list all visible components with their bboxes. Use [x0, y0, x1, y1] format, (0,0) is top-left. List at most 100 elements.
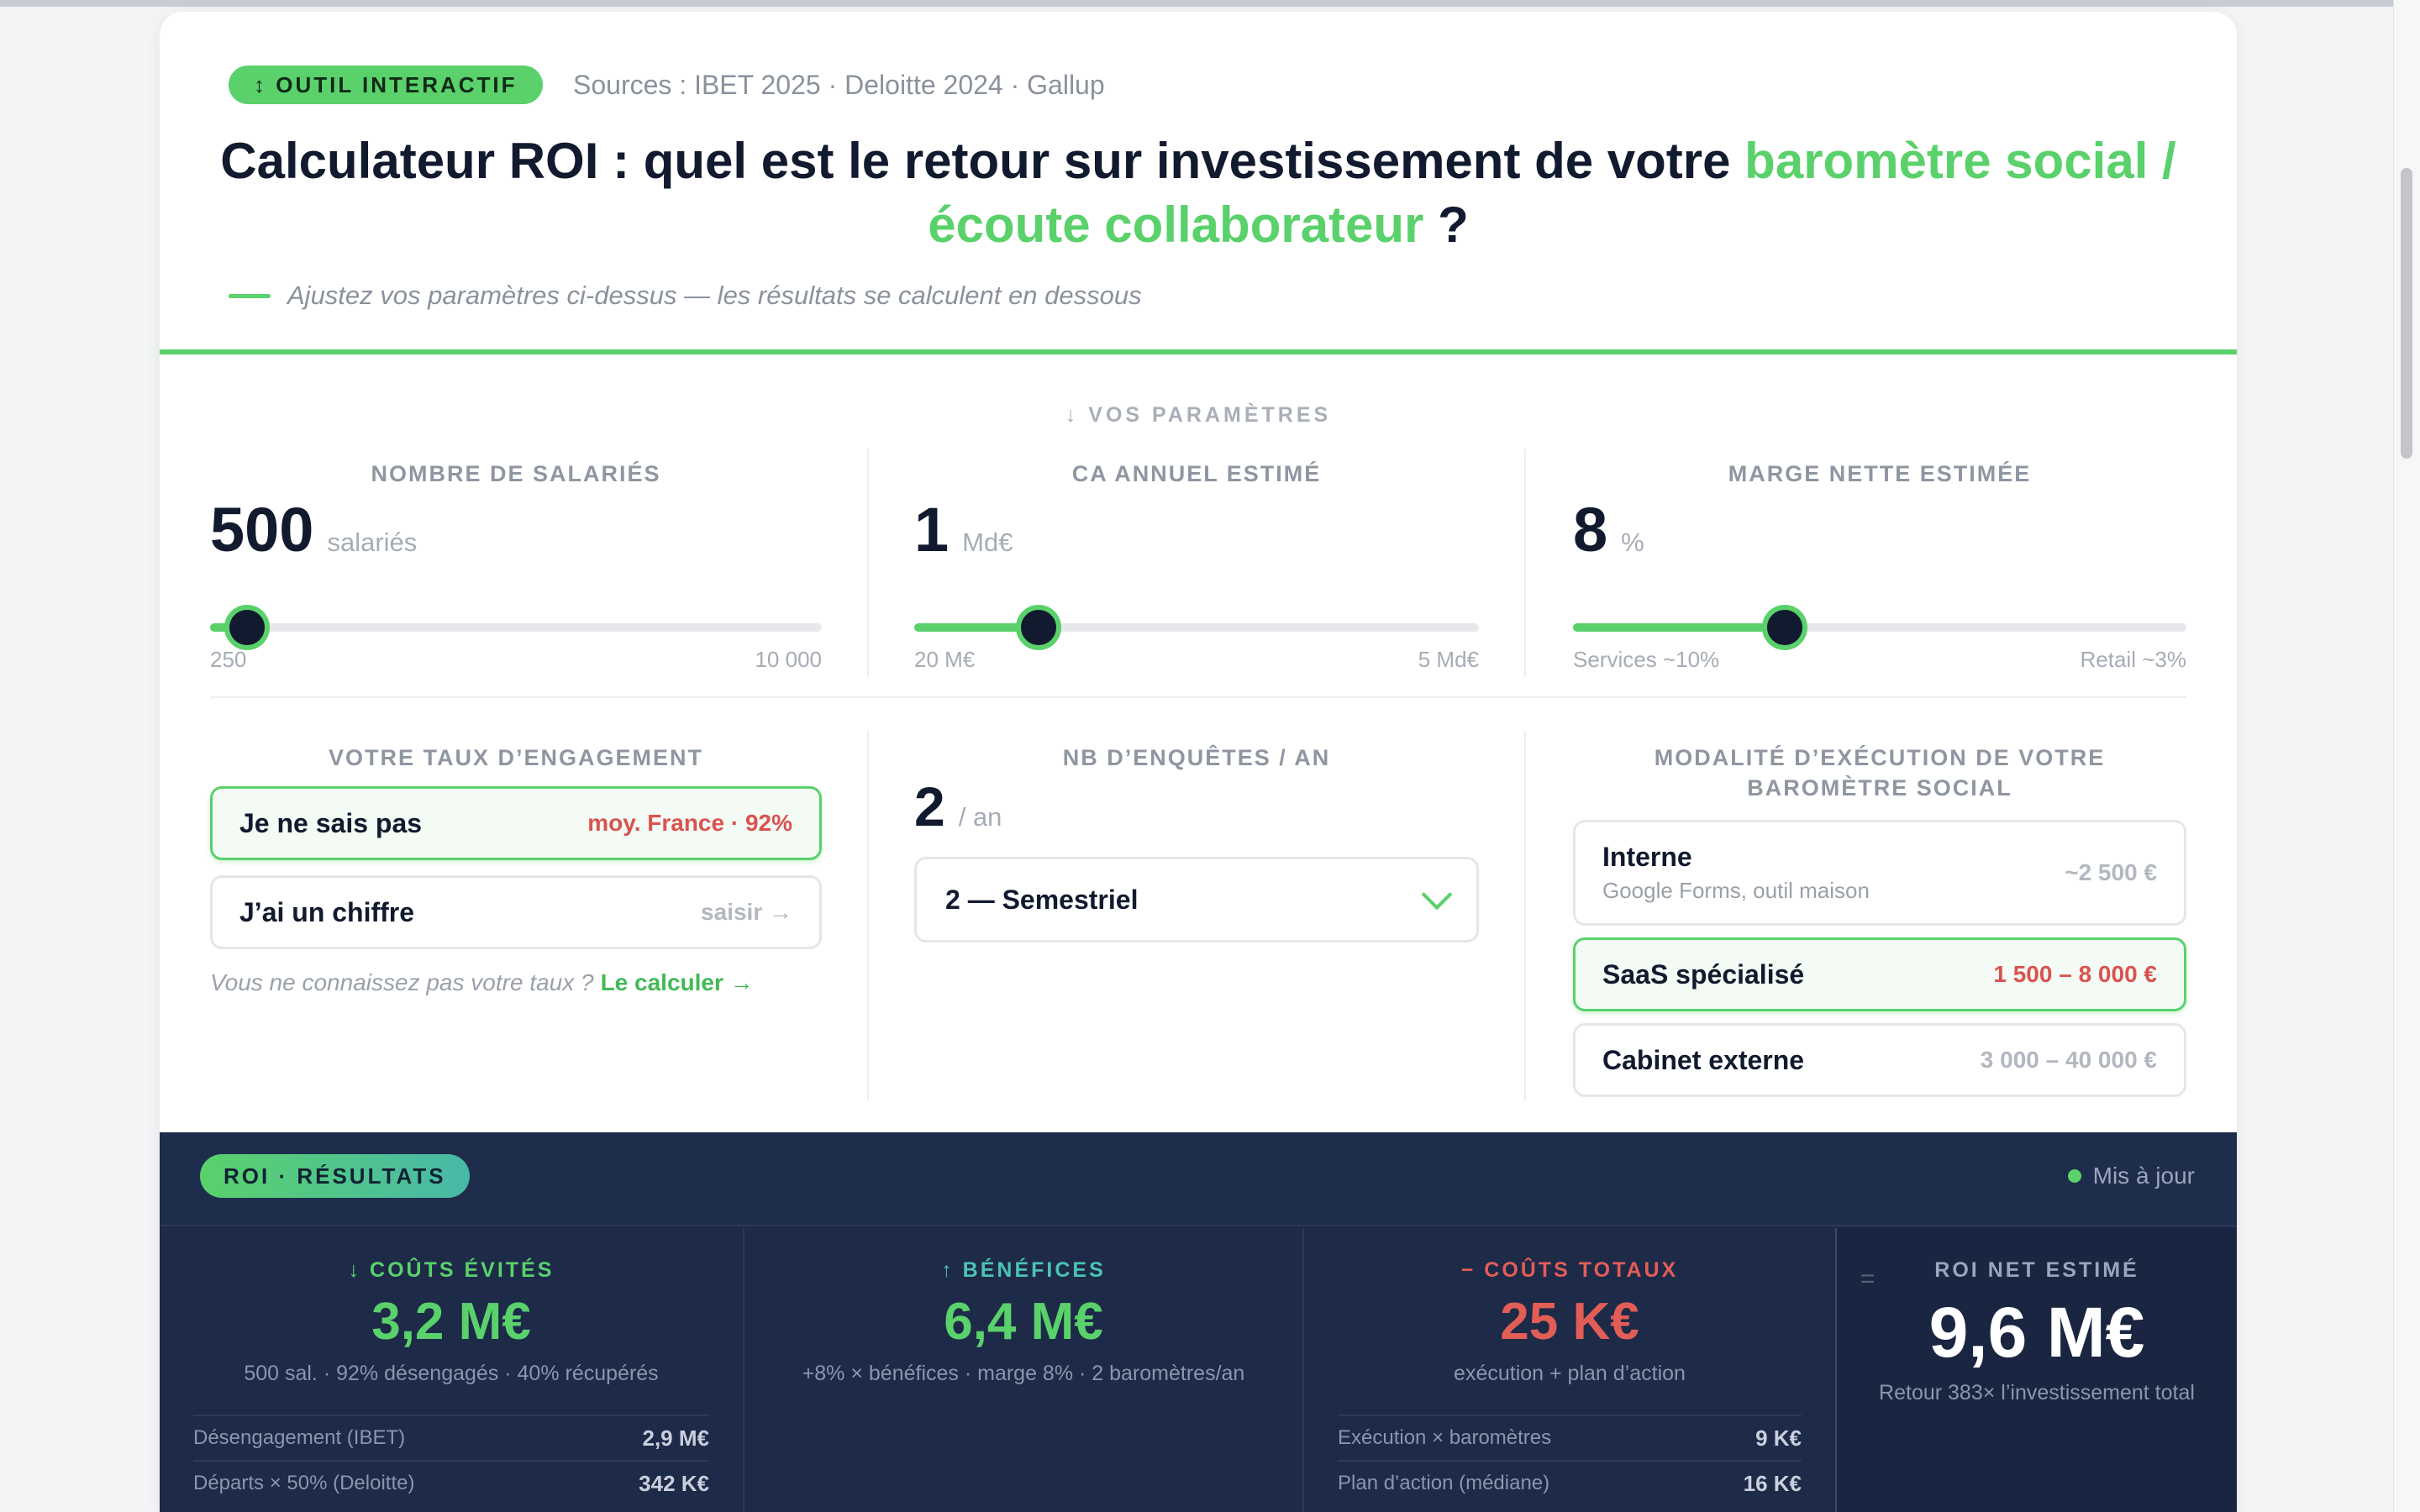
net-roi-note: Retour 383× l’investissement total	[1879, 1381, 2195, 1404]
option-label: Cabinet externe	[1602, 1044, 1805, 1075]
breakdown-label: Désengagement (IBET)	[193, 1426, 406, 1449]
modality-param: MODALITÉ D’EXÉCUTION DE VOTRE BAROMÈTRE S…	[1573, 731, 2186, 1100]
hint-text: Vous ne connaissez pas votre taux ?	[210, 969, 594, 995]
margin-slider-fill	[1573, 623, 1785, 632]
page-scrollbar[interactable]	[2393, 0, 2420, 1512]
breakdown-row: Désengagement (IBET) 2,9 M€	[193, 1415, 709, 1460]
margin-value-display: 8 %	[1573, 494, 1644, 565]
revenue-max: 5 Md€	[1418, 647, 1479, 672]
surveys-value: 2	[914, 775, 945, 837]
modality-external-option[interactable]: Cabinet externe 3 000 – 40 000 €	[1573, 1023, 2186, 1097]
revenue-slider-thumb[interactable]	[1015, 605, 1061, 650]
modality-saas-option[interactable]: SaaS spécialisé 1 500 – 8 000 €	[1573, 937, 2186, 1011]
surveys-unit: / an	[958, 802, 1002, 832]
breakdown-value: 16 K€	[1743, 1470, 1802, 1496]
breakdown-label: Départs × 50% (Deloitte)	[193, 1472, 415, 1494]
modality-internal-option[interactable]: Interne Google Forms, outil maison ~2 500…	[1573, 820, 2186, 926]
modality-label-line1: MODALITÉ D’EXÉCUTION DE VOTRE	[1654, 745, 2106, 770]
avoided-costs-label: ↓ COÛTS ÉVITÉS	[348, 1258, 555, 1282]
engagement-known-option[interactable]: J’ai un chiffre saisir →	[210, 875, 822, 949]
breakdown-row: Plan d’action (médiane) 16 K€	[1338, 1460, 1802, 1505]
employees-slider-thumb[interactable]	[224, 605, 270, 650]
title-main: Calculateur ROI : quel est le retour sur…	[220, 133, 1745, 189]
total-costs-note: exécution + plan d’action	[1454, 1362, 1686, 1385]
option-label: SaaS spécialisé	[1602, 958, 1805, 990]
employees-value-display: 500 salariés	[210, 494, 417, 565]
employees-value: 500	[210, 495, 314, 564]
page-title: Calculateur ROI : quel est le retour sur…	[210, 129, 2186, 257]
breakdown-value: 9 K€	[1755, 1425, 1802, 1451]
margin-min: Services ~10%	[1573, 647, 1720, 672]
modality-label: MODALITÉ D’EXÉCUTION DE VOTRE BAROMÈTRE S…	[1573, 743, 2186, 803]
margin-param: MARGE NETTE ESTIMÉE 8 % Services ~10% Re…	[1573, 449, 2186, 684]
engagement-label: VOTRE TAUX D’ENGAGEMENT	[328, 745, 704, 770]
chevron-down-icon	[1421, 879, 1453, 911]
avoided-costs-card: ↓ COÛTS ÉVITÉS 3,2 M€ 500 sal. · 92% dés…	[160, 1228, 743, 1512]
total-costs-card: − COÛTS TOTAUX 25 K€ exécution + plan d’…	[1304, 1228, 1835, 1512]
option-subtext: Google Forms, outil maison	[1602, 878, 1870, 903]
subtitle: Ajustez vos paramètres ci-dessus — les r…	[229, 279, 1142, 312]
params-section-label: ↓ VOS PARAMÈTRES	[1065, 403, 1332, 427]
surveys-selected-value: 2 — Semestriel	[945, 884, 1139, 915]
roi-calculator-card: ↕ OUTIL INTERACTIF Sources : IBET 2025 ·…	[160, 12, 2237, 1512]
calculator-header: ↕ OUTIL INTERACTIF Sources : IBET 2025 ·…	[160, 12, 2237, 354]
benefits-label: ↑ BÉNÉFICES	[941, 1258, 1106, 1282]
option-title: Interne	[1602, 842, 1692, 872]
modality-label-line2: BAROMÈTRE SOCIAL	[1747, 775, 2012, 801]
employees-param: NOMBRE DE SALARIÉS 500 salariés 250 10 0…	[210, 449, 822, 684]
divider	[867, 731, 869, 1100]
breakdown-value: 342 K€	[639, 1470, 709, 1496]
results-header: ROI · RÉSULTATS Mis à jour	[160, 1132, 2237, 1226]
margin-label: MARGE NETTE ESTIMÉE	[1728, 461, 2032, 486]
revenue-value: 1	[914, 495, 950, 564]
option-hint: saisir →	[701, 899, 792, 925]
margin-slider[interactable]	[1573, 605, 2186, 650]
breakdown-row: Exécution × baromètres 9 K€	[1338, 1415, 1802, 1460]
revenue-param: CA ANNUEL ESTIMÉ 1 Md€ 20 M€ 5 Md€	[914, 449, 1479, 684]
total-costs-label: − COÛTS TOTAUX	[1460, 1258, 1679, 1282]
sources-text: Sources : IBET 2025 · Deloitte 2024 · Ga…	[573, 70, 1105, 100]
divider	[867, 449, 869, 677]
option-label: Je ne sais pas	[239, 807, 423, 838]
scrollbar-thumb[interactable]	[2401, 168, 2412, 459]
browser-top-edge	[0, 0, 2420, 7]
calculate-rate-link[interactable]: Le calculer →	[601, 969, 754, 995]
benefits-value: 6,4 M€	[944, 1293, 1103, 1351]
employees-label: NOMBRE DE SALARIÉS	[371, 461, 661, 486]
breakdown-label: Exécution × baromètres	[1338, 1426, 1552, 1449]
surveys-param: NB D’ENQUÊTES / AN 2 / an 2 — Semestriel	[914, 731, 1479, 1100]
option-price: 1 500 – 8 000 €	[1993, 961, 2157, 987]
option-label: J’ai un chiffre	[239, 896, 415, 927]
results-panel: ROI · RÉSULTATS Mis à jour ↓ COÛTS ÉVITÉ…	[160, 1132, 2237, 1512]
avoided-costs-value: 3,2 M€	[371, 1293, 531, 1351]
employees-slider[interactable]	[210, 605, 822, 650]
total-costs-value: 25 K€	[1500, 1293, 1639, 1351]
benefits-card: ↑ BÉNÉFICES 6,4 M€ +8% × bénéfices · mar…	[744, 1228, 1302, 1512]
benefits-note: +8% × bénéfices · marge 8% · 2 baromètre…	[802, 1362, 1245, 1385]
avoided-costs-note: 500 sal. · 92% désengagés · 40% récupéré…	[244, 1362, 659, 1385]
margin-unit: %	[1621, 528, 1644, 557]
revenue-min: 20 M€	[914, 647, 976, 672]
engagement-unknown-option[interactable]: Je ne sais pas moy. France · 92%	[210, 786, 822, 860]
employees-max: 10 000	[755, 647, 822, 672]
revenue-label: CA ANNUEL ESTIMÉ	[1071, 461, 1322, 486]
margin-max: Retail ~3%	[2080, 647, 2186, 672]
updated-status: Mis à jour	[2067, 1154, 2195, 1198]
status-dot-icon	[2067, 1169, 2081, 1183]
margin-slider-thumb[interactable]	[1761, 605, 1807, 650]
option-price: ~2 500 €	[2065, 859, 2157, 885]
divider	[1524, 731, 1526, 1100]
employees-unit: salariés	[327, 528, 418, 557]
net-roi-card: = ROI NET ESTIMÉ 9,6 M€ Retour 383× l’in…	[1837, 1228, 2237, 1512]
breakdown-label: Plan d’action (médiane)	[1338, 1472, 1550, 1494]
revenue-slider[interactable]	[914, 605, 1479, 650]
option-label: Interne Google Forms, outil maison	[1602, 842, 1870, 904]
net-roi-label: ROI NET ESTIMÉ	[1934, 1258, 2139, 1282]
params-row-divider	[210, 696, 2186, 698]
surveys-select[interactable]: 2 — Semestriel	[914, 857, 1479, 942]
interactive-tool-badge: ↕ OUTIL INTERACTIF	[229, 66, 543, 104]
breakdown-row: Départs × 50% (Deloitte) 342 K€	[193, 1460, 709, 1505]
updated-text: Mis à jour	[2092, 1163, 2195, 1189]
revenue-value-display: 1 Md€	[914, 494, 1013, 565]
surveys-label: NB D’ENQUÊTES / AN	[1062, 745, 1331, 770]
